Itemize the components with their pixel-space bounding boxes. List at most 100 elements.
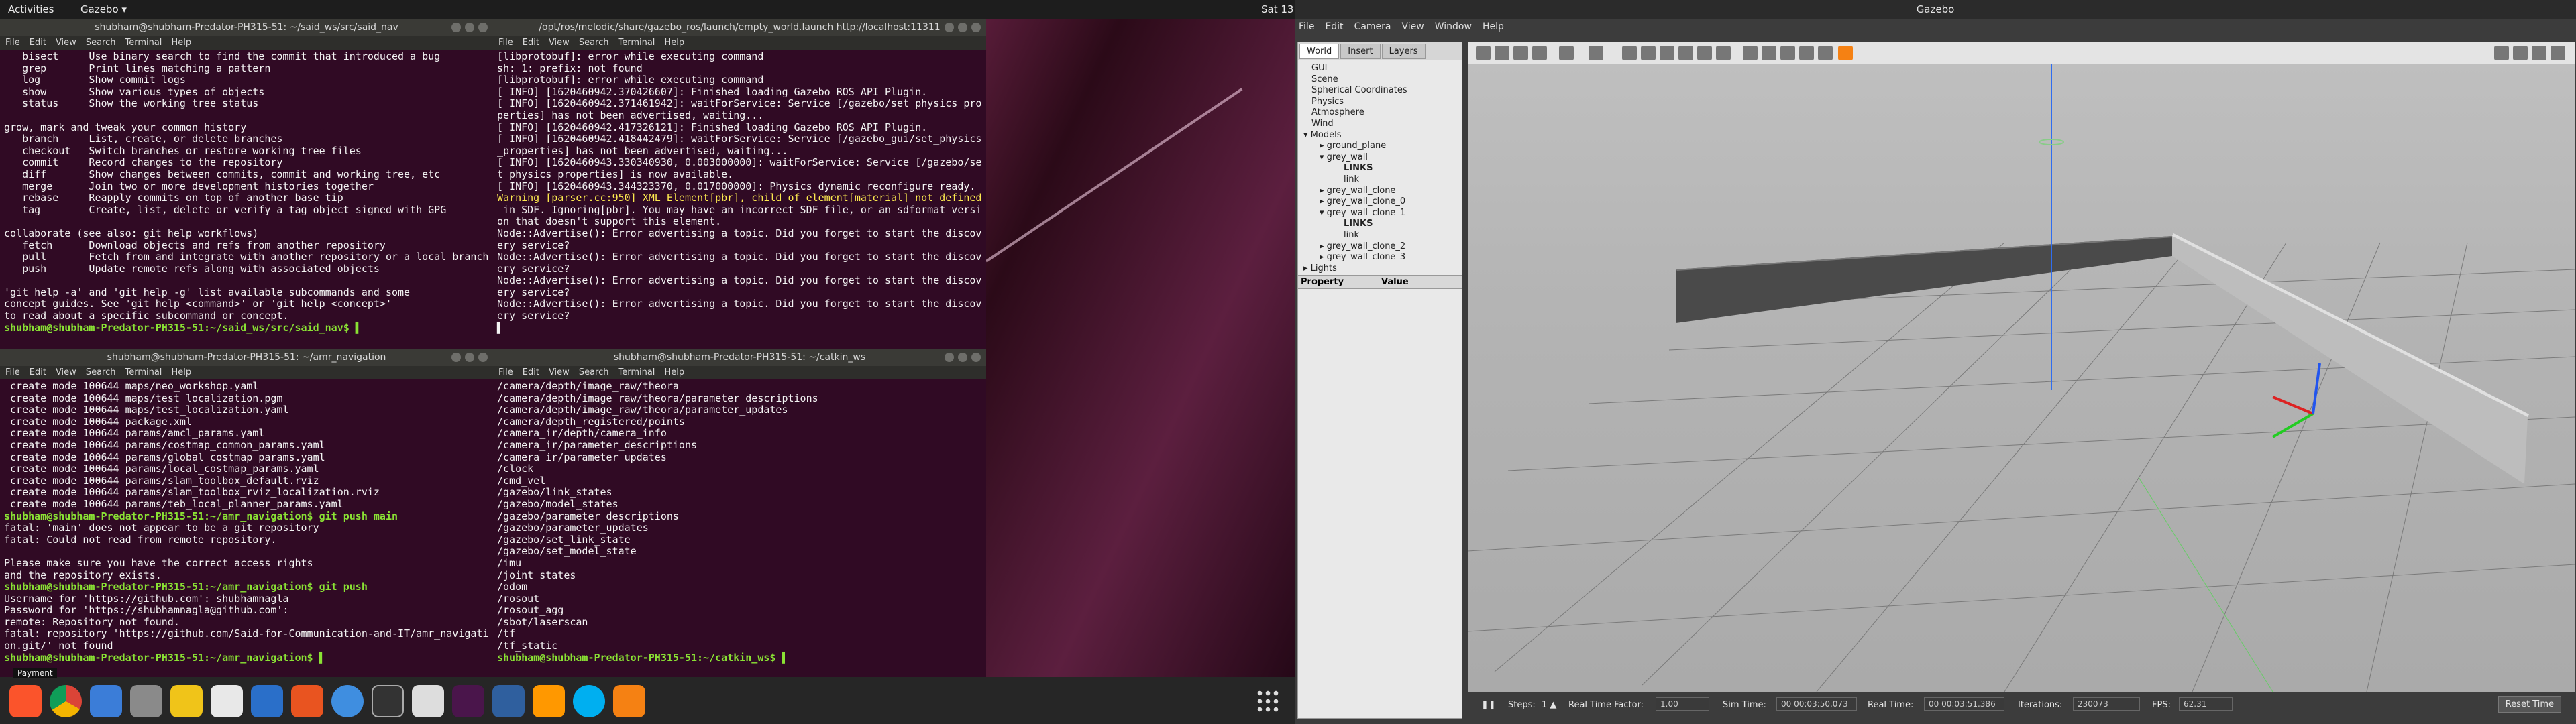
plot-icon[interactable] bbox=[2532, 46, 2546, 60]
slack-icon[interactable] bbox=[452, 685, 484, 717]
terminal-menu-search[interactable]: Search bbox=[86, 367, 116, 377]
virtualbox-icon[interactable] bbox=[492, 685, 525, 717]
gazebo-menu-help[interactable]: Help bbox=[1483, 21, 1504, 32]
minimize-icon[interactable] bbox=[945, 353, 954, 362]
rotate-mode-icon[interactable] bbox=[1513, 46, 1528, 60]
close-icon[interactable] bbox=[971, 353, 981, 362]
terminal-output[interactable]: create mode 100644 maps/neo_workshop.yam… bbox=[0, 379, 493, 665]
tab-insert[interactable]: Insert bbox=[1340, 44, 1381, 59]
record-icon[interactable] bbox=[1838, 46, 1853, 60]
tree-item[interactable]: GUI bbox=[1311, 63, 1462, 74]
steps-value[interactable]: 1 ▲ bbox=[1542, 700, 1556, 710]
terminal-menu-terminal[interactable]: Terminal bbox=[125, 367, 162, 377]
close-icon[interactable] bbox=[478, 23, 488, 32]
terminal-menu-terminal[interactable]: Terminal bbox=[618, 367, 655, 377]
maximize-icon[interactable] bbox=[958, 23, 967, 32]
directional-light-icon[interactable] bbox=[1716, 46, 1731, 60]
tab-layers[interactable]: Layers bbox=[1381, 44, 1426, 59]
brave-icon[interactable] bbox=[9, 685, 42, 717]
libreoffice-writer-icon[interactable] bbox=[251, 685, 283, 717]
chrome-icon[interactable] bbox=[50, 685, 82, 717]
terminal-output[interactable]: bisect Use binary search to find the com… bbox=[0, 50, 493, 335]
snap-icon[interactable] bbox=[1799, 46, 1814, 60]
maximize-icon[interactable] bbox=[958, 353, 967, 362]
terminal-said-nav[interactable]: shubham@shubham-Predator-PH315-51: ~/sai… bbox=[0, 19, 493, 349]
box-shape-icon[interactable] bbox=[1622, 46, 1637, 60]
tree-item[interactable]: ▾ grey_wall_clone_1 bbox=[1311, 208, 1462, 219]
redo-icon[interactable] bbox=[1589, 46, 1603, 60]
change-view-icon[interactable] bbox=[1818, 46, 1833, 60]
gazebo-menu-file[interactable]: File bbox=[1299, 21, 1314, 32]
terminal-title[interactable]: shubham@shubham-Predator-PH315-51: ~/amr… bbox=[0, 349, 493, 366]
terminal-menu-view[interactable]: View bbox=[549, 38, 570, 48]
terminal-menu-file[interactable]: File bbox=[498, 367, 513, 377]
close-icon[interactable] bbox=[478, 353, 488, 362]
text-editor-icon[interactable] bbox=[412, 685, 444, 717]
minimize-icon[interactable] bbox=[451, 23, 461, 32]
tree-item[interactable]: Atmosphere bbox=[1311, 107, 1462, 119]
minimize-icon[interactable] bbox=[451, 353, 461, 362]
terminal-menu-help[interactable]: Help bbox=[171, 367, 191, 377]
sublime-text-icon[interactable] bbox=[533, 685, 565, 717]
undo-icon[interactable] bbox=[1559, 46, 1574, 60]
files-icon[interactable] bbox=[130, 685, 162, 717]
activities-button[interactable]: Activities bbox=[8, 3, 54, 15]
terminal-catkin-ws[interactable]: shubham@shubham-Predator-PH315-51: ~/cat… bbox=[493, 349, 986, 677]
tree-item[interactable]: LINKS bbox=[1311, 163, 1462, 174]
maximize-icon[interactable] bbox=[465, 353, 474, 362]
paste-icon[interactable] bbox=[1762, 46, 1776, 60]
terminal-title[interactable]: /opt/ros/melodic/share/gazebo_ros/launch… bbox=[493, 19, 986, 36]
spot-light-icon[interactable] bbox=[1697, 46, 1712, 60]
tree-item[interactable]: link bbox=[1311, 230, 1462, 241]
terminal-menu-view[interactable]: View bbox=[56, 38, 76, 48]
tree-item[interactable]: ▸ grey_wall_clone_3 bbox=[1311, 252, 1462, 263]
terminal-menu-help[interactable]: Help bbox=[664, 38, 684, 48]
log-icon[interactable] bbox=[2513, 46, 2528, 60]
gazebo-menu-window[interactable]: Window bbox=[1435, 21, 1472, 32]
tree-item[interactable]: ▾ grey_wall bbox=[1311, 152, 1462, 164]
maximize-icon[interactable] bbox=[465, 23, 474, 32]
app-menu-button[interactable]: Gazebo ▾ bbox=[80, 3, 127, 15]
terminal-menu-view[interactable]: View bbox=[549, 367, 570, 377]
terminal-menu-search[interactable]: Search bbox=[579, 367, 609, 377]
terminal-title[interactable]: shubham@shubham-Predator-PH315-51: ~/sai… bbox=[0, 19, 493, 36]
show-applications-icon[interactable] bbox=[1256, 689, 1280, 713]
tree-item[interactable]: ▾ Models bbox=[1303, 130, 1462, 141]
terminal-amr-navigation[interactable]: shubham@shubham-Predator-PH315-51: ~/amr… bbox=[0, 349, 493, 677]
cylinder-shape-icon[interactable] bbox=[1660, 46, 1674, 60]
video-record-icon[interactable] bbox=[2551, 46, 2565, 60]
terminal-menu-file[interactable]: File bbox=[5, 367, 20, 377]
thunderbird-icon[interactable] bbox=[90, 685, 122, 717]
sphere-shape-icon[interactable] bbox=[1641, 46, 1656, 60]
tab-world[interactable]: World bbox=[1299, 44, 1340, 59]
reset-time-button[interactable]: Reset Time bbox=[2498, 696, 2561, 713]
tree-item[interactable]: Wind bbox=[1311, 119, 1462, 130]
terminal-output[interactable]: /camera/depth/image_raw/theora/camera/de… bbox=[493, 379, 986, 665]
terminal-output[interactable]: [libprotobuf]: error while executing com… bbox=[493, 50, 986, 335]
minimize-icon[interactable] bbox=[945, 23, 954, 32]
gazebo-menu-edit[interactable]: Edit bbox=[1325, 21, 1343, 32]
world-tree[interactable]: GUI Scene Spherical Coordinates Physics Atmo… bbox=[1298, 60, 1462, 275]
terminal-gazebo-launch[interactable]: /opt/ros/melodic/share/gazebo_ros/launch… bbox=[493, 19, 986, 349]
tree-item[interactable]: Scene bbox=[1311, 74, 1462, 86]
terminal-menu-terminal[interactable]: Terminal bbox=[618, 38, 655, 48]
tree-item[interactable]: ▸ grey_wall_clone bbox=[1311, 186, 1462, 197]
terminal-menu-edit[interactable]: Edit bbox=[523, 38, 539, 48]
terminal-menu-file[interactable]: File bbox=[5, 38, 20, 48]
gazebo-title[interactable]: Gazebo bbox=[1295, 0, 2576, 19]
terminal-menu-edit[interactable]: Edit bbox=[30, 38, 46, 48]
copy-icon[interactable] bbox=[1743, 46, 1758, 60]
tree-item[interactable]: ▸ ground_plane bbox=[1311, 141, 1462, 152]
terminal-menu-search[interactable]: Search bbox=[579, 38, 609, 48]
terminal-menu-help[interactable]: Help bbox=[664, 367, 684, 377]
help-icon[interactable] bbox=[331, 685, 364, 717]
tree-item[interactable]: Spherical Coordinates bbox=[1311, 85, 1462, 97]
terminal-menu-terminal[interactable]: Terminal bbox=[125, 38, 162, 48]
document-icon[interactable] bbox=[211, 685, 243, 717]
tree-item[interactable]: LINKS bbox=[1311, 219, 1462, 230]
gazebo-menu-view[interactable]: View bbox=[1402, 21, 1424, 32]
terminal-menu-edit[interactable]: Edit bbox=[523, 367, 539, 377]
tree-item[interactable]: ▸ Lights bbox=[1303, 263, 1462, 275]
select-mode-icon[interactable] bbox=[1476, 46, 1491, 60]
software-center-icon[interactable] bbox=[291, 685, 323, 717]
